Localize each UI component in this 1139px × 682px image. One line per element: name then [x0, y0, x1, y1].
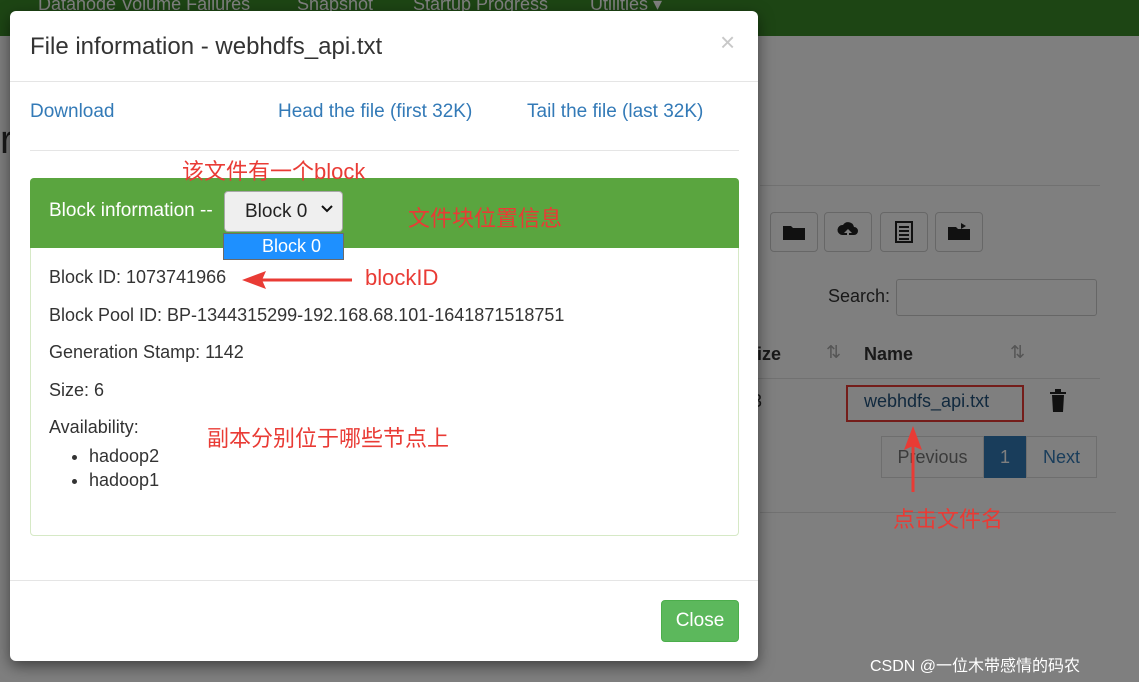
- modal-title: File information - webhdfs_api.txt: [30, 33, 383, 60]
- list-item: hadoop1: [89, 468, 159, 492]
- annotation-replicas: 副本分别位于哪些节点上: [207, 426, 450, 451]
- block-pool-id: Block Pool ID: BP-1344315299-192.168.68.…: [49, 305, 565, 325]
- watermark: CSDN @一位木带感情的码农: [870, 658, 1081, 675]
- file-information-modal: File information - webhdfs_api.txt × Dow…: [10, 11, 758, 661]
- block-dropdown-option[interactable]: Block 0: [223, 233, 344, 260]
- divider: [30, 150, 739, 151]
- annotation-block-id: blockID: [365, 265, 439, 290]
- download-link[interactable]: Download: [30, 101, 115, 123]
- close-icon[interactable]: ×: [720, 27, 735, 58]
- block-information-label: Block information --: [49, 200, 213, 221]
- annotation-one-block: 该文件有一个block: [182, 159, 366, 184]
- list-item: hadoop2: [89, 444, 159, 468]
- block-id: Block ID: 1073741966: [49, 267, 227, 287]
- head-file-link[interactable]: Head the file (first 32K): [278, 101, 472, 123]
- modal-header: File information - webhdfs_api.txt ×: [10, 11, 758, 82]
- annotation-click-name: 点击文件名: [893, 507, 1004, 532]
- tail-file-link[interactable]: Tail the file (last 32K): [527, 101, 703, 123]
- availability-node-list: hadoop2 hadoop1: [69, 444, 159, 492]
- block-size: Size: 6: [49, 380, 105, 400]
- modal-footer-divider: [10, 580, 758, 581]
- chevron-down-icon: [321, 205, 333, 213]
- panel-heading: Block information -- Block 0: [30, 178, 739, 248]
- block-select[interactable]: Block 0: [224, 191, 343, 232]
- generation-stamp: Generation Stamp: 1142: [49, 342, 244, 362]
- availability-label: Availability:: [49, 417, 139, 437]
- annotation-block-location: 文件块位置信息: [408, 206, 563, 231]
- block-select-value: Block 0: [245, 200, 308, 222]
- close-button[interactable]: Close: [661, 600, 739, 642]
